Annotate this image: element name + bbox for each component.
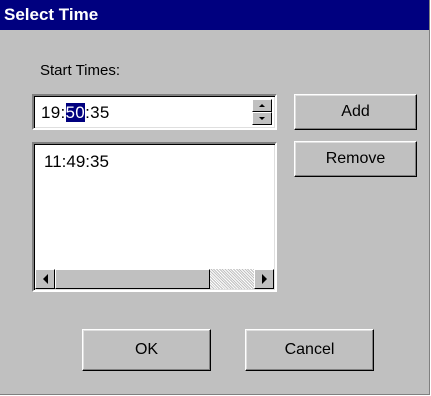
time-value[interactable]: 19:50:35 <box>41 103 110 123</box>
time-spinner[interactable] <box>252 99 272 125</box>
arrow-left-icon <box>42 274 48 284</box>
time-hour[interactable]: 19 <box>41 103 61 122</box>
arrow-right-icon <box>261 274 267 284</box>
spin-down-button[interactable] <box>252 112 272 125</box>
scroll-left-button[interactable] <box>35 269 55 289</box>
scroll-right-button[interactable] <box>254 269 274 289</box>
spin-up-button[interactable] <box>252 99 272 112</box>
remove-button[interactable]: Remove <box>294 141 417 177</box>
select-time-dialog: Select Time Start Times: 19:50:35 11:49:… <box>0 0 430 395</box>
arrow-down-icon <box>259 117 265 120</box>
time-second[interactable]: 35 <box>90 103 110 122</box>
arrow-up-icon <box>259 104 265 107</box>
cancel-button[interactable]: Cancel <box>245 329 374 371</box>
scroll-thumb[interactable] <box>55 269 210 289</box>
dialog-title: Select Time <box>4 5 99 24</box>
start-times-label: Start Times: <box>40 62 121 79</box>
list-item[interactable]: 11:49:35 <box>44 152 109 172</box>
ok-button[interactable]: OK <box>82 329 211 371</box>
add-button[interactable]: Add <box>294 94 417 130</box>
title-bar[interactable]: Select Time <box>0 0 429 30</box>
time-input[interactable]: 19:50:35 <box>32 94 277 130</box>
time-separator: : <box>60 103 66 122</box>
time-minute-selected[interactable]: 50 <box>65 103 86 122</box>
start-times-list[interactable]: 11:49:35 <box>32 142 277 292</box>
horizontal-scrollbar[interactable] <box>35 269 274 289</box>
